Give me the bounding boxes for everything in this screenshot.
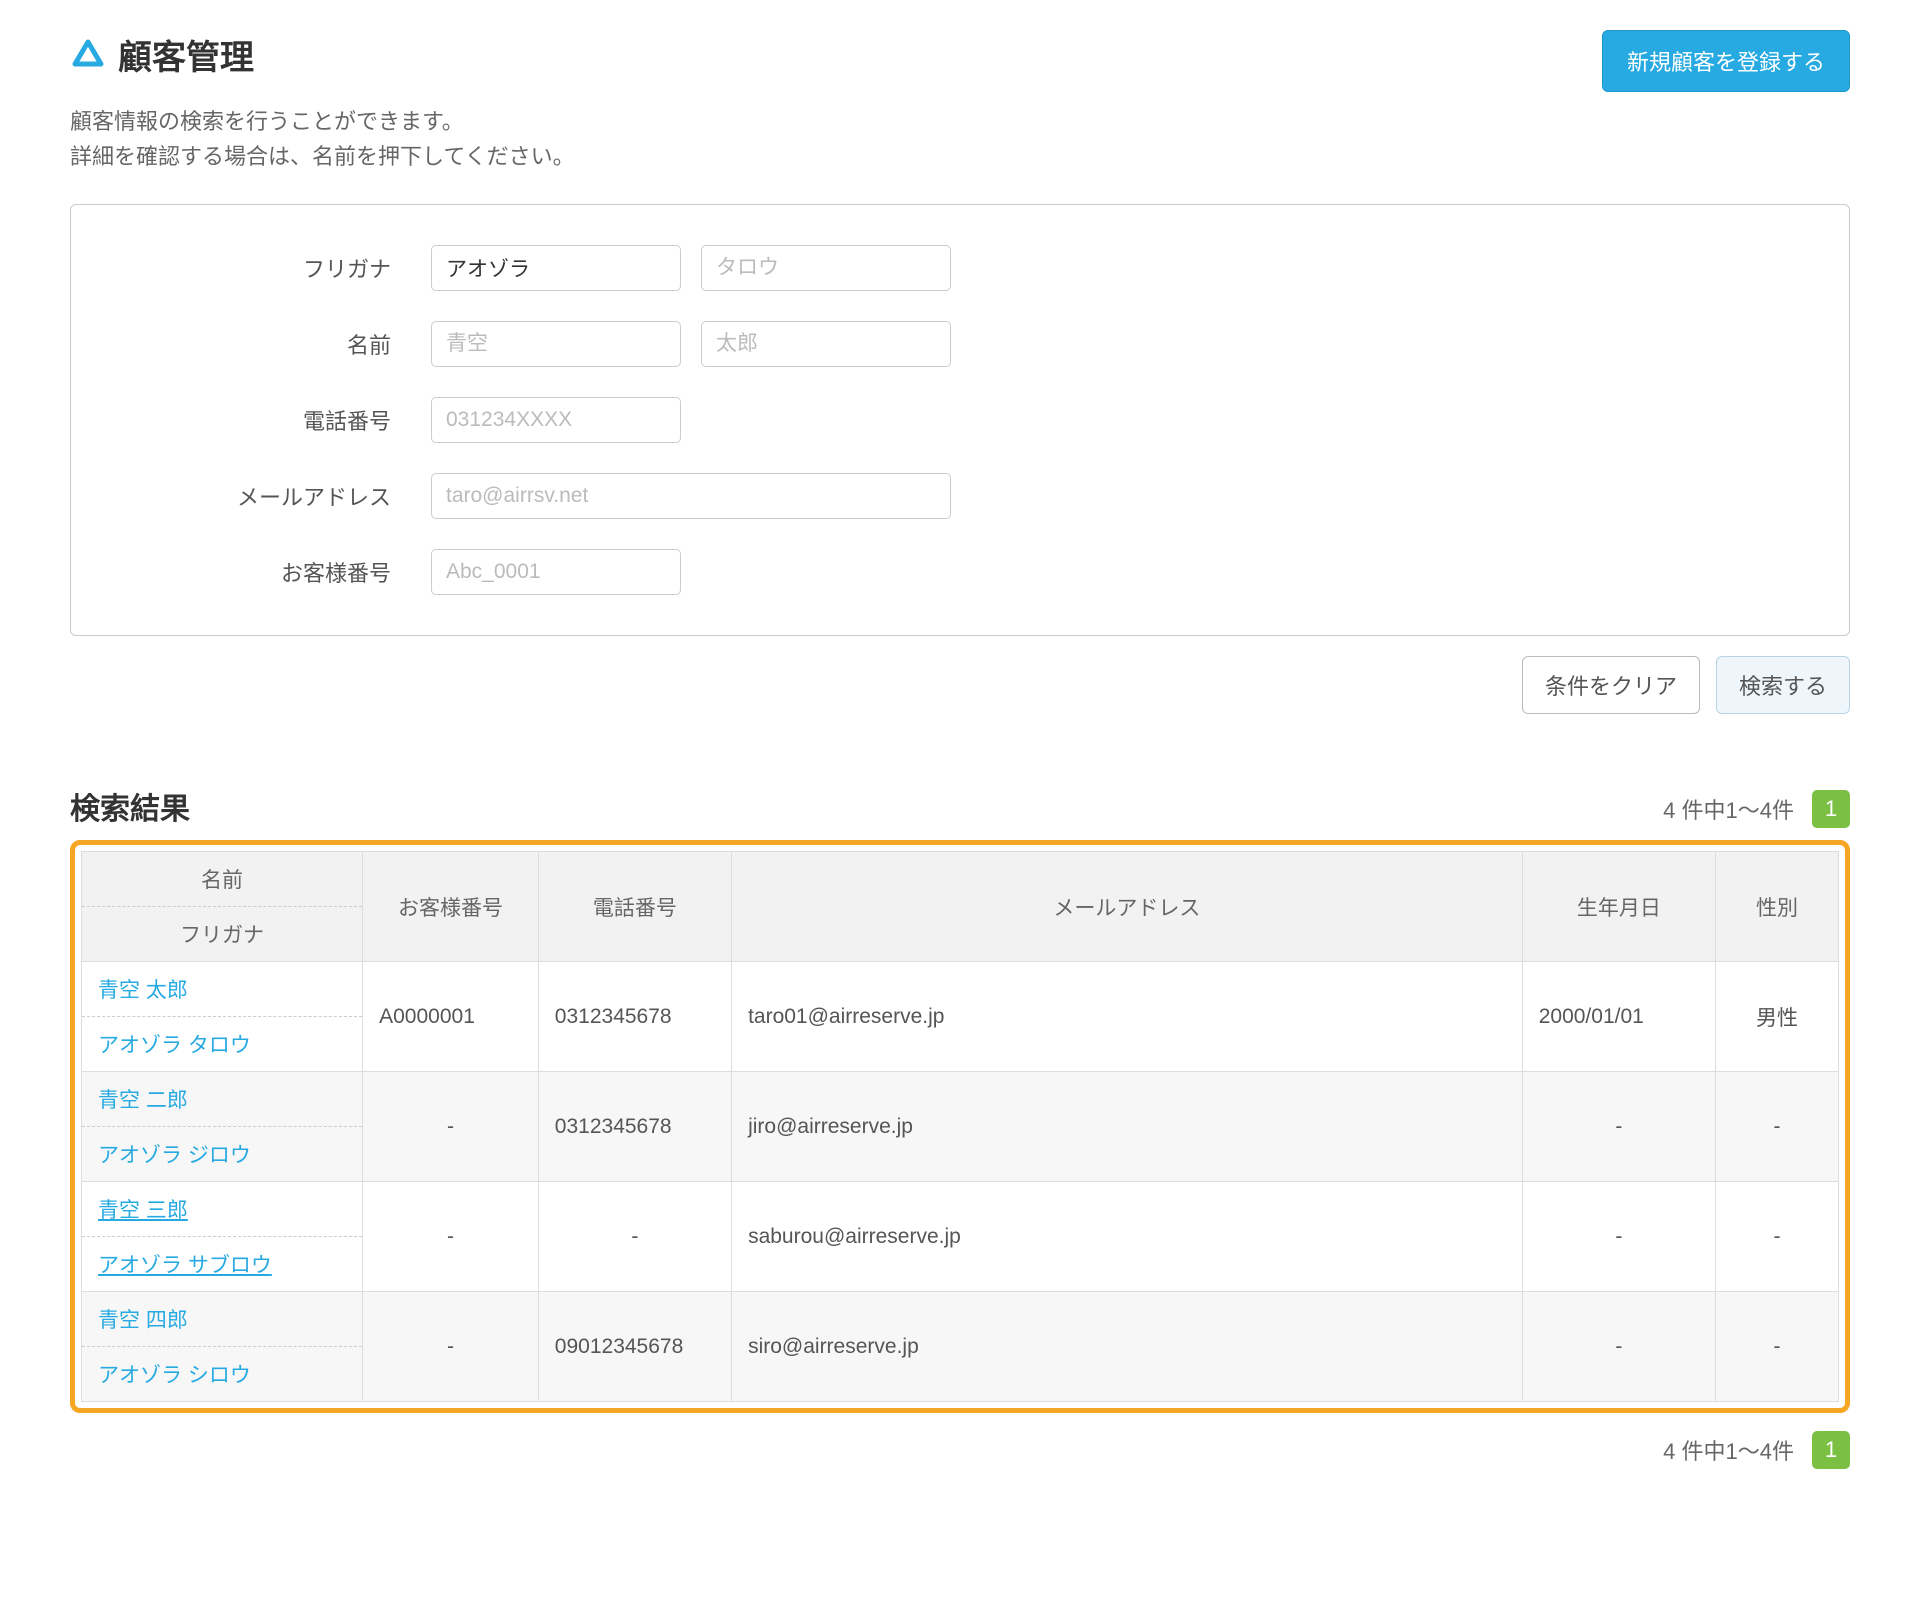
cell-email: saburou@airreserve.jp [732, 1182, 1523, 1292]
cell-gender: 男性 [1715, 962, 1838, 1072]
customer-no-input[interactable] [431, 549, 681, 595]
triangle-icon [70, 37, 106, 73]
cell-birthdate: 2000/01/01 [1522, 962, 1715, 1072]
email-label: メールアドレス [121, 480, 431, 512]
customer-kana-link[interactable]: アオゾラ サブロウ [82, 1237, 362, 1291]
search-panel: フリガナ 名前 電話番号 メールアドレス お客様番号 [70, 204, 1850, 636]
cell-birthdate: - [1522, 1072, 1715, 1182]
results-count: 4 件中1〜4件 [1663, 793, 1794, 825]
phone-label: 電話番号 [121, 404, 431, 436]
pager-bottom: 4 件中1〜4件 1 [70, 1431, 1850, 1469]
table-row: 青空 太郎アオゾラ タロウA00000010312345678taro01@ai… [82, 962, 1839, 1072]
results-count-bottom: 4 件中1〜4件 [1663, 1434, 1794, 1466]
phone-input[interactable] [431, 397, 681, 443]
cell-email: jiro@airreserve.jp [732, 1072, 1523, 1182]
results-table: 名前 フリガナ お客様番号 電話番号 メールアドレス 生年月日 性別 青空 太郎… [81, 851, 1839, 1402]
name-label: 名前 [121, 328, 431, 360]
cell-customer-no: - [363, 1292, 539, 1402]
cell-customer-no: - [363, 1182, 539, 1292]
pager-top: 4 件中1〜4件 1 [1663, 790, 1850, 828]
customer-no-label: お客様番号 [121, 556, 431, 588]
results-table-highlight: 名前 フリガナ お客様番号 電話番号 メールアドレス 生年月日 性別 青空 太郎… [70, 840, 1850, 1413]
page-number-bottom[interactable]: 1 [1812, 1431, 1850, 1469]
customer-name-link[interactable]: 青空 三郎 [82, 1182, 362, 1237]
cell-customer-no: - [363, 1072, 539, 1182]
furigana-last-input[interactable] [431, 245, 681, 291]
customer-kana-link[interactable]: アオゾラ タロウ [82, 1017, 362, 1071]
cell-email: taro01@airreserve.jp [732, 962, 1523, 1072]
cell-phone: 0312345678 [538, 1072, 731, 1182]
page-description: 顧客情報の検索を行うことができます。 詳細を確認する場合は、名前を押下してくださ… [70, 104, 1850, 174]
clear-button[interactable]: 条件をクリア [1522, 656, 1700, 714]
cell-gender: - [1715, 1072, 1838, 1182]
results-heading: 検索結果 [70, 784, 190, 828]
table-row: 青空 二郎アオゾラ ジロウ-0312345678jiro@airreserve.… [82, 1072, 1839, 1182]
col-birthdate: 生年月日 [1522, 852, 1715, 962]
furigana-label: フリガナ [121, 252, 431, 284]
col-name: 名前 フリガナ [82, 852, 363, 962]
cell-gender: - [1715, 1292, 1838, 1402]
customer-name-link[interactable]: 青空 二郎 [82, 1072, 362, 1127]
table-row: 青空 四郎アオゾラ シロウ-09012345678siro@airreserve… [82, 1292, 1839, 1402]
name-first-input[interactable] [701, 321, 951, 367]
customer-name-link[interactable]: 青空 四郎 [82, 1292, 362, 1347]
cell-customer-no: A0000001 [363, 962, 539, 1072]
cell-birthdate: - [1522, 1292, 1715, 1402]
customer-name-link[interactable]: 青空 太郎 [82, 962, 362, 1017]
cell-phone: - [538, 1182, 731, 1292]
page-title: 顧客管理 [118, 30, 254, 79]
customer-kana-link[interactable]: アオゾラ シロウ [82, 1347, 362, 1401]
col-gender: 性別 [1715, 852, 1838, 962]
search-button[interactable]: 検索する [1716, 656, 1850, 714]
email-input[interactable] [431, 473, 951, 519]
cell-name: 青空 四郎アオゾラ シロウ [82, 1292, 363, 1402]
page-number[interactable]: 1 [1812, 790, 1850, 828]
table-row: 青空 三郎アオゾラ サブロウ--saburou@airreserve.jp-- [82, 1182, 1839, 1292]
cell-name: 青空 太郎アオゾラ タロウ [82, 962, 363, 1072]
cell-name: 青空 二郎アオゾラ ジロウ [82, 1072, 363, 1182]
cell-phone: 09012345678 [538, 1292, 731, 1402]
cell-email: siro@airreserve.jp [732, 1292, 1523, 1402]
name-last-input[interactable] [431, 321, 681, 367]
cell-gender: - [1715, 1182, 1838, 1292]
cell-name: 青空 三郎アオゾラ サブロウ [82, 1182, 363, 1292]
col-email: メールアドレス [732, 852, 1523, 962]
col-customer-no: お客様番号 [363, 852, 539, 962]
cell-birthdate: - [1522, 1182, 1715, 1292]
col-phone: 電話番号 [538, 852, 731, 962]
customer-kana-link[interactable]: アオゾラ ジロウ [82, 1127, 362, 1181]
cell-phone: 0312345678 [538, 962, 731, 1072]
register-customer-button[interactable]: 新規顧客を登録する [1602, 30, 1850, 92]
furigana-first-input[interactable] [701, 245, 951, 291]
